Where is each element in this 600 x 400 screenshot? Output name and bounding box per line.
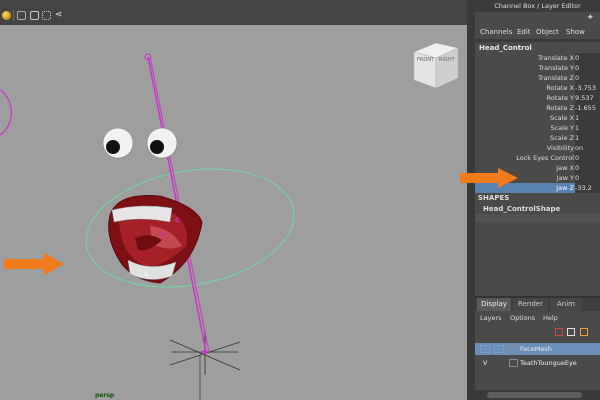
- attr-label: Jaw Y: [556, 174, 574, 182]
- attr-value[interactable]: 0: [575, 173, 600, 183]
- svg-text:c: c: [161, 229, 166, 238]
- attr-label: Jaw Z: [556, 184, 574, 192]
- attr-scale-x[interactable]: Scale X1: [475, 113, 600, 123]
- attr-value[interactable]: 0: [575, 163, 600, 173]
- attr-label: Scale Z: [549, 134, 574, 142]
- attr-label: Visibility: [546, 144, 574, 152]
- attr-label: Scale X: [549, 114, 574, 122]
- shapes-header: SHAPES: [478, 194, 510, 202]
- move-layer-icon[interactable]: [580, 328, 588, 336]
- tab-anim[interactable]: Anim: [550, 298, 582, 311]
- attr-value[interactable]: 0: [575, 53, 600, 63]
- horizontal-scrollbar[interactable]: [475, 390, 600, 400]
- shape-node[interactable]: Head_ControlShape: [483, 205, 560, 213]
- control-curve-left[interactable]: [0, 89, 12, 136]
- new-layer-icon[interactable]: [555, 328, 563, 336]
- tab-display[interactable]: Display: [477, 298, 511, 311]
- menu-options[interactable]: Options: [510, 314, 535, 322]
- attr-value[interactable]: 9.537: [575, 93, 600, 103]
- attr-scale-z[interactable]: Scale Z1: [475, 133, 600, 143]
- attr-value[interactable]: -33.2: [575, 183, 600, 193]
- object-name[interactable]: Head_Control: [479, 44, 532, 52]
- attr-scale-y[interactable]: Scale Y1: [475, 123, 600, 133]
- maya-logo-icon: ✦: [586, 13, 594, 23]
- attr-label: Rotate X: [546, 84, 574, 92]
- attr-value[interactable]: on: [575, 143, 600, 153]
- channel-box-menu: Channels Edit Object Show: [475, 25, 600, 39]
- scene-graphics: c c c: [0, 42, 459, 400]
- orange-arrow-viewport: [4, 253, 64, 275]
- eyes[interactable]: [102, 127, 178, 159]
- svg-text:c: c: [144, 269, 149, 278]
- channel-box-layer-editor: Channel Box / Layer Editor ✦ Channels Ed…: [475, 0, 600, 400]
- viewcube[interactable]: [413, 42, 459, 89]
- menu-layers[interactable]: Layers: [480, 314, 502, 322]
- attr-lock-eyes-control[interactable]: Lock Eyes Control 0: [475, 153, 600, 163]
- attr-value[interactable]: 1: [575, 113, 600, 123]
- layer-color-swatch[interactable]: [509, 359, 518, 367]
- attr-label: Rotate Y: [546, 94, 574, 102]
- attr-label: Translate Y: [538, 64, 574, 72]
- layer-row[interactable]: V TeathToungueEye: [475, 357, 600, 369]
- attr-translate-x[interactable]: Translate X0: [475, 53, 600, 63]
- attr-value[interactable]: 0: [575, 153, 600, 163]
- layer-name[interactable]: TeathToungueEye: [520, 357, 577, 369]
- attr-rotate-y[interactable]: Rotate Y 9.537: [475, 93, 600, 103]
- layer-type-toggle[interactable]: [494, 345, 504, 353]
- layer-visibility-toggle[interactable]: [480, 345, 490, 353]
- attr-label: Scale Y: [550, 124, 574, 132]
- attr-value[interactable]: -1.655: [575, 103, 600, 113]
- viewcube-right-label[interactable]: RIGHT: [439, 57, 455, 63]
- tab-render[interactable]: Render: [513, 298, 548, 311]
- attr-visibility[interactable]: Visibility on: [475, 143, 600, 153]
- layer-row[interactable]: FaceMesh: [475, 343, 600, 355]
- svg-text:c: c: [175, 215, 180, 224]
- menu-edit[interactable]: Edit: [517, 28, 531, 36]
- attr-label: Rotate Z: [546, 104, 574, 112]
- attr-translate-z[interactable]: Translate Z0: [475, 73, 600, 83]
- panel-divider[interactable]: [467, 0, 475, 400]
- panel-title: Channel Box / Layer Editor: [475, 0, 600, 12]
- attr-value[interactable]: -3.753: [575, 83, 600, 93]
- layer-visibility-toggle[interactable]: V: [483, 357, 487, 369]
- attr-value[interactable]: 0: [575, 63, 600, 73]
- attr-label: Jaw X: [556, 164, 574, 172]
- menu-show[interactable]: Show: [566, 28, 585, 36]
- menu-channels[interactable]: Channels: [480, 28, 512, 36]
- orange-arrow-channelbox: [460, 168, 518, 188]
- viewcube-front-label[interactable]: FRONT: [417, 57, 434, 63]
- attr-value[interactable]: 1: [575, 123, 600, 133]
- camera-label: persp: [95, 392, 115, 399]
- layer-editor-menu: Layers Options Help: [475, 313, 600, 325]
- viewport-3d[interactable]: ⋖ c c c FRONT RIGHT persp: [0, 0, 467, 400]
- mouth-mesh[interactable]: c c c: [108, 195, 203, 284]
- attr-translate-y[interactable]: Translate Y0: [475, 63, 600, 73]
- new-layer-from-selected-icon[interactable]: [567, 328, 575, 336]
- menu-object[interactable]: Object: [536, 28, 559, 36]
- attr-label: Lock Eyes Control: [516, 154, 574, 162]
- attr-rotate-z[interactable]: Rotate Z -1.655: [475, 103, 600, 113]
- shapes-divider: [475, 214, 600, 222]
- scrollbar-thumb[interactable]: [487, 392, 582, 398]
- layer-editor-tabs: Display Render Anim: [475, 298, 600, 311]
- attr-rotate-x[interactable]: Rotate X -3.753: [475, 83, 600, 93]
- attr-value[interactable]: 0: [575, 73, 600, 83]
- attr-label: Translate Z: [537, 74, 574, 82]
- layer-color-swatch[interactable]: [509, 345, 518, 353]
- attr-label: Translate X: [537, 54, 574, 62]
- layer-toolbar: [553, 327, 598, 337]
- layer-name[interactable]: FaceMesh: [520, 343, 552, 355]
- attr-value[interactable]: 1: [575, 133, 600, 143]
- menu-help[interactable]: Help: [543, 314, 558, 322]
- menu-separator: [475, 39, 600, 42]
